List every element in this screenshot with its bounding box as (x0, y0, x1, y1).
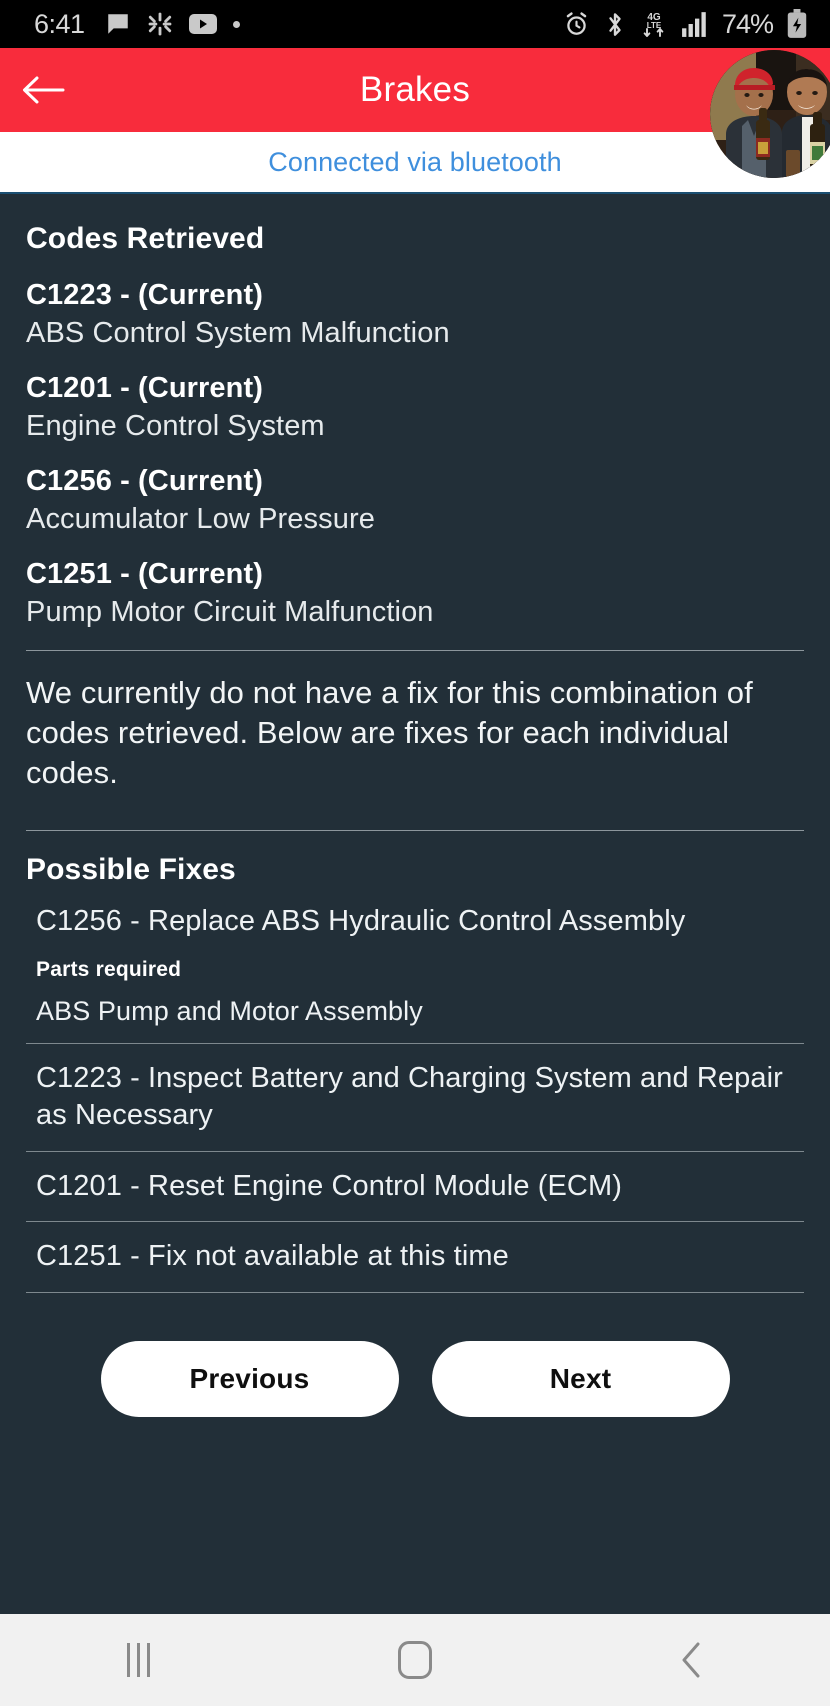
signal-icon (681, 11, 709, 37)
yelp-icon (147, 11, 173, 37)
dot-icon (232, 20, 240, 28)
status-bar-right: 4G LTE 74% (563, 9, 808, 40)
fix-text: C1251 - Fix not available at this time (36, 1240, 509, 1273)
fix-item[interactable]: C1201 - Reset Engine Control Module (ECM… (26, 1168, 804, 1221)
youtube-icon (188, 13, 217, 35)
profile-avatar[interactable] (710, 50, 830, 178)
fix-item[interactable]: C1256 - Replace ABS Hydraulic Control As… (26, 903, 804, 1043)
connection-status-bar: Connected via bluetooth (0, 132, 830, 194)
back-chevron-icon[interactable] (632, 1614, 752, 1706)
fix-text: C1223 - Inspect Battery and Charging Sys… (36, 1061, 783, 1132)
connection-status-label: Connected via bluetooth (268, 146, 562, 177)
status-bar-clock: 6:41 (34, 8, 85, 39)
battery-percent-label: 74% (721, 8, 774, 39)
code-description: Pump Motor Circuit Malfunction (26, 596, 434, 629)
code-header: C1251 - (Current) (26, 557, 263, 590)
status-bar-left: 6:41 (34, 9, 240, 40)
message-icon (105, 11, 131, 37)
main-content: Codes Retrieved C1223 - (Current) ABS Co… (0, 194, 830, 1614)
system-navigation-bar (0, 1614, 830, 1706)
divider (26, 829, 804, 831)
app-header: Brakes (0, 48, 830, 132)
fix-item[interactable]: C1251 - Fix not available at this time (26, 1238, 804, 1291)
page-title: Brakes (359, 70, 471, 109)
fix-text: C1201 - Reset Engine Control Module (ECM… (36, 1169, 622, 1202)
fix-item[interactable]: C1223 - Inspect Battery and Charging Sys… (26, 1060, 804, 1151)
divider (26, 1291, 804, 1293)
code-entry: C1256 - (Current) Accumulator Low Pressu… (26, 464, 804, 538)
code-entry: C1251 - (Current) Pump Motor Circuit Mal… (26, 557, 804, 631)
possible-fixes-title: Possible Fixes (26, 852, 236, 886)
codes-retrieved-title: Codes Retrieved (26, 222, 265, 255)
battery-charging-icon (786, 9, 808, 39)
code-entry: C1223 - (Current) ABS Control System Mal… (26, 278, 804, 352)
code-description: Engine Control System (26, 410, 325, 443)
no-combined-fix-notice: We currently do not have a fix for this … (26, 674, 753, 791)
code-header: C1223 - (Current) (26, 279, 263, 311)
parts-required-value: ABS Pump and Motor Assembly (36, 995, 423, 1026)
next-button[interactable]: Next (431, 1340, 730, 1417)
code-description: ABS Control System Malfunction (26, 317, 450, 350)
recents-icon[interactable] (78, 1614, 198, 1706)
divider (26, 1042, 804, 1044)
back-arrow-icon[interactable] (16, 63, 70, 117)
bluetooth-icon (603, 11, 627, 38)
pagination-button-row: Previous Next (26, 1309, 804, 1417)
alarm-icon (563, 11, 590, 38)
phone-screen: 6:41 4G LTE 74% Brakes Connected via blu… (0, 0, 830, 1706)
status-bar: 6:41 4G LTE 74% (0, 0, 830, 48)
home-icon[interactable] (355, 1614, 475, 1706)
code-description: Accumulator Low Pressure (26, 503, 375, 536)
code-entry: C1201 - (Current) Engine Control System (26, 371, 804, 445)
divider (26, 1221, 804, 1223)
previous-button[interactable]: Previous (100, 1340, 399, 1417)
4g-lte-icon: 4G LTE (640, 9, 668, 39)
code-header: C1256 - (Current) (26, 464, 263, 497)
fix-text: C1256 - Replace ABS Hydraulic Control As… (36, 904, 686, 937)
parts-required-label: Parts required (36, 957, 182, 981)
divider (26, 1150, 804, 1152)
code-header: C1201 - (Current) (26, 371, 263, 404)
